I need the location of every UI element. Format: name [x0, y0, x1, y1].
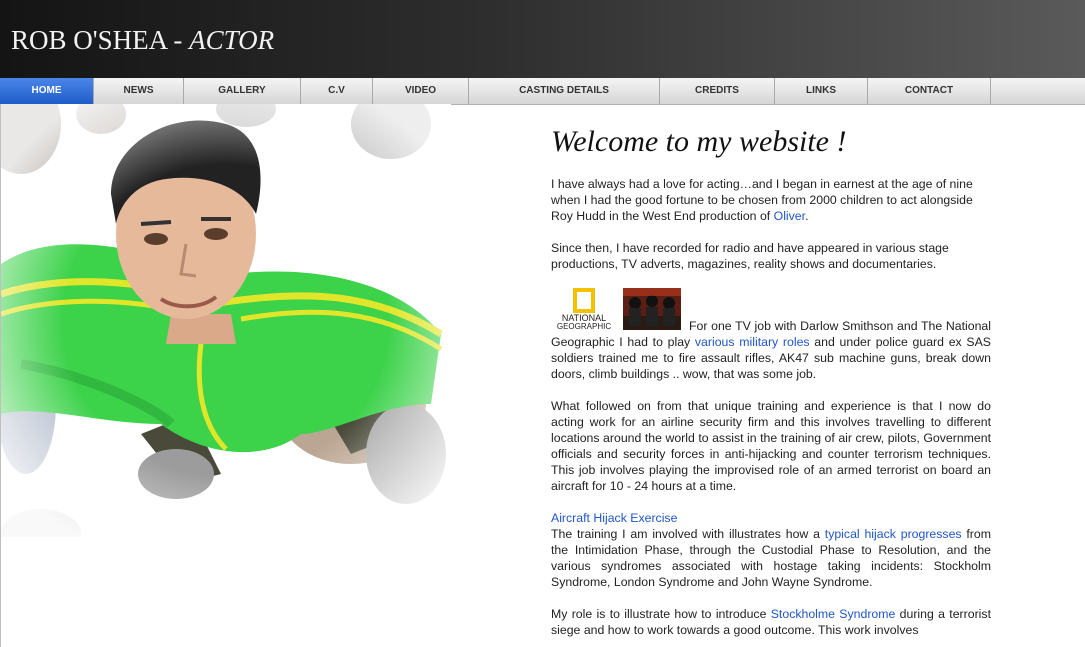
typical-hijack-link[interactable]: typical hijack progresses: [825, 527, 962, 541]
hijack-training-paragraph: The training I am involved with illustra…: [551, 526, 991, 590]
site-title-name: ROB O'SHEA -: [11, 25, 190, 55]
national-geographic-logo: NATIONALGEOGRAPHIC: [557, 288, 611, 331]
national-geographic-paragraph: NATIONAL GEOGRAPHIC For one TV job with Da…: [551, 288, 991, 382]
nav-gallery[interactable]: GALLERY: [184, 78, 301, 104]
main-content: Welcome to my website ! I have always ha…: [551, 104, 991, 638]
career-paragraph: Since then, I have recorded for radio an…: [551, 241, 949, 271]
intro-paragraph: I have always had a love for acting…and …: [551, 176, 991, 224]
hijack-text-start: The training I am involved with illustra…: [551, 527, 825, 541]
welcome-heading: Welcome to my website !: [551, 125, 847, 158]
nav-cv[interactable]: C.V: [301, 78, 373, 104]
main-nav: HOME NEWS GALLERY C.V VIDEO CASTING DETA…: [0, 78, 1085, 105]
actor-portrait: [1, 104, 451, 537]
intro-text: I have always had a love for acting…and …: [551, 177, 973, 223]
intro-end: .: [805, 209, 809, 223]
stockholm-text-start: My role is to illustrate how to introduc…: [551, 607, 771, 621]
nav-casting-details[interactable]: CASTING DETAILS: [469, 78, 660, 104]
aircraft-hijack-link[interactable]: Aircraft Hijack Exercise: [551, 510, 991, 526]
logo-group: NATIONAL GEOGRAPHIC: [551, 288, 681, 334]
airline-security-paragraph: What followed on from that unique traini…: [551, 399, 991, 493]
oliver-link[interactable]: Oliver: [774, 209, 805, 223]
site-title-role: ACTOR: [189, 25, 275, 55]
soldiers-thumbnail[interactable]: [623, 288, 681, 330]
site-header: ROB O'SHEA - ACTOR: [0, 0, 1085, 78]
site-title: ROB O'SHEA - ACTOR: [11, 25, 274, 56]
nav-news[interactable]: NEWS: [94, 78, 184, 104]
stockholm-paragraph: My role is to illustrate how to introduc…: [551, 606, 991, 638]
nav-credits[interactable]: CREDITS: [660, 78, 775, 104]
nav-home[interactable]: HOME: [0, 78, 94, 104]
nav-links[interactable]: LINKS: [775, 78, 868, 104]
nav-contact[interactable]: CONTACT: [868, 78, 991, 104]
military-roles-link[interactable]: various military roles: [695, 335, 810, 349]
nav-video[interactable]: VIDEO: [373, 78, 469, 104]
ng-logo-line2: GEOGRAPHIC: [557, 322, 611, 330]
stockholme-syndrome-link[interactable]: Stockholme Syndrome: [771, 607, 896, 621]
